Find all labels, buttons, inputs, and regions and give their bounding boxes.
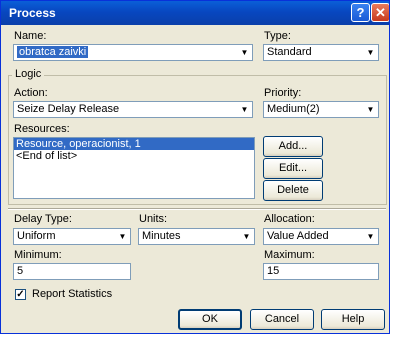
ok-button[interactable]: OK [178,309,242,330]
minimum-field[interactable]: 5 [13,263,131,280]
list-item[interactable]: Resource, operacionist, 1 [14,138,254,150]
resources-list[interactable]: Resource, operacionist, 1 <End of list> [13,137,255,199]
priority-value: Medium(2) [267,103,320,115]
close-button[interactable]: ✕ [371,3,389,22]
resources-label: Resources: [14,123,70,135]
action-combo[interactable]: Seize Delay Release ▼ [13,101,253,118]
window-title: Process [9,6,56,20]
maximum-field[interactable]: 15 [263,263,379,280]
logic-legend: Logic [12,68,45,80]
help-title-button[interactable]: ? [351,3,370,22]
delay-type-combo[interactable]: Uniform ▼ [13,228,131,245]
name-label: Name: [14,30,47,42]
type-value: Standard [267,46,312,58]
name-combo[interactable]: obratca zaivki ▼ [13,44,253,61]
report-statistics-checkbox[interactable]: ✓ [15,289,26,300]
priority-combo[interactable]: Medium(2) ▼ [263,101,379,118]
maximum-label: Maximum: [264,249,315,261]
separator [8,208,386,210]
allocation-value: Value Added [267,230,329,242]
edit-button[interactable]: Edit... [263,158,323,179]
chevron-down-icon[interactable]: ▼ [238,103,251,116]
units-value: Minutes [142,230,181,242]
title-bar[interactable]: Process ? ✕ [1,1,389,25]
type-combo[interactable]: Standard ▼ [263,44,379,61]
delay-type-value: Uniform [17,230,56,242]
close-icon: ✕ [375,5,386,20]
add-button[interactable]: Add... [263,136,323,157]
allocation-label: Allocation: [264,213,315,225]
units-label: Units: [139,213,168,225]
minimum-label: Minimum: [14,249,62,261]
question-icon: ? [356,5,365,20]
units-combo[interactable]: Minutes ▼ [138,228,255,245]
report-statistics-label[interactable]: Report Statistics [32,288,112,300]
help-button[interactable]: Help [321,309,385,330]
action-label: Action: [14,87,48,99]
type-label: Type: [264,30,291,42]
priority-label: Priority: [264,87,302,99]
checkmark-icon: ✓ [16,289,25,300]
chevron-down-icon[interactable]: ▼ [240,230,253,243]
chevron-down-icon[interactable]: ▼ [364,46,377,59]
chevron-down-icon[interactable]: ▼ [116,230,129,243]
chevron-down-icon[interactable]: ▼ [238,46,251,59]
allocation-combo[interactable]: Value Added ▼ [263,228,379,245]
cancel-button[interactable]: Cancel [250,309,314,330]
list-item[interactable]: <End of list> [14,150,254,162]
process-dialog: Process ? ✕ Name: obratca zaivki ▼ Type:… [0,0,390,334]
chevron-down-icon[interactable]: ▼ [364,103,377,116]
delay-type-label: Delay Type: [14,213,72,225]
delete-button[interactable]: Delete [263,180,323,201]
chevron-down-icon[interactable]: ▼ [364,230,377,243]
action-value: Seize Delay Release [17,103,120,115]
name-value: obratca zaivki [17,46,89,58]
